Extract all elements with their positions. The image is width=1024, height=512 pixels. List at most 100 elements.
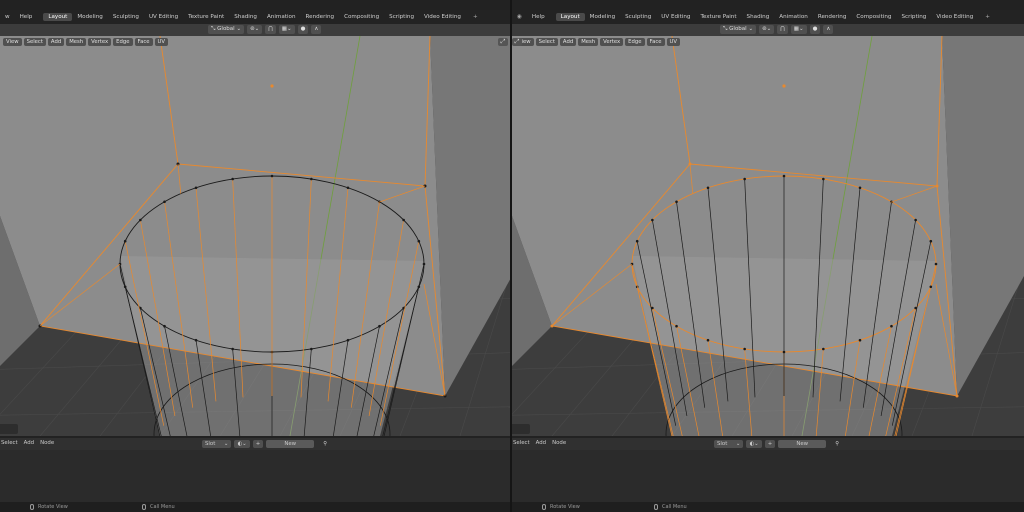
node-menu-add[interactable]: Add [536, 440, 546, 446]
menu-mesh[interactable]: Mesh [578, 38, 599, 46]
new-material-button[interactable]: New [266, 440, 315, 448]
menu-select[interactable]: Select [535, 38, 558, 46]
material-browse-button[interactable]: ◐⌄ [746, 440, 762, 448]
pin-icon[interactable]: ⚲ [835, 441, 839, 447]
tab-modeling[interactable]: Modeling [72, 13, 107, 21]
menu-help[interactable]: Help [527, 13, 550, 21]
vertex-dot [651, 218, 654, 222]
snap-toggle[interactable]: ⋂ [777, 25, 788, 34]
origin-dot [270, 84, 274, 88]
viewport-options-icon[interactable]: ⤢ [512, 38, 522, 46]
vertex-dot [890, 324, 893, 328]
menu-select[interactable]: Select [23, 38, 46, 46]
pin-icon[interactable]: ⚲ [323, 441, 327, 447]
add-workspace-button[interactable]: + [980, 13, 995, 21]
snap-toggle[interactable]: ⋂ [265, 25, 276, 34]
tab-layout[interactable]: Layout [43, 13, 73, 21]
node-editor-canvas[interactable] [512, 450, 1024, 502]
node-menu-select[interactable]: Select [1, 440, 18, 446]
tab-uv-editing[interactable]: UV Editing [656, 13, 695, 21]
vertex-dot [822, 347, 825, 351]
menu-uv[interactable]: UV [154, 38, 169, 46]
slot-dropdown[interactable]: Slot ⌄ [202, 440, 232, 448]
menu-view[interactable]: View [3, 38, 22, 46]
menu-edge[interactable]: Edge [625, 38, 645, 46]
tab-shading[interactable]: Shading [229, 13, 262, 21]
vertex-dot [194, 186, 198, 190]
tab-shading[interactable]: Shading [742, 13, 775, 21]
pivot-icon: ⊚ [762, 26, 767, 32]
menu-uv[interactable]: UV [666, 38, 681, 46]
menu-add[interactable]: Add [47, 38, 65, 46]
proportional-edit-toggle[interactable]: ● [297, 25, 309, 34]
tab-layout[interactable]: Layout [555, 13, 585, 21]
vertex-dot [706, 186, 710, 190]
3d-viewport[interactable]: View Select Add Mesh Vertex Edge Face UV… [0, 36, 512, 436]
proportional-edit-toggle[interactable]: ● [809, 25, 821, 34]
menu-face[interactable]: Face [646, 38, 665, 46]
snap-target-dropdown[interactable]: ▦⌄ [790, 25, 807, 34]
tab-scripting[interactable]: Scripting [896, 13, 931, 21]
tab-rendering[interactable]: Rendering [813, 13, 852, 21]
proportional-falloff-dropdown[interactable]: ∧ [823, 25, 834, 34]
viewport-toolbar: ⤡ Global ⌄ ⊚⌄ ⋂ ▦⌄ ● ∧ [512, 24, 1024, 36]
tab-compositing[interactable]: Compositing [851, 13, 896, 21]
viewport-options-icon[interactable]: ⤢ [498, 38, 508, 46]
tab-scripting[interactable]: Scripting [384, 13, 419, 21]
tab-sculpting[interactable]: Sculpting [108, 13, 144, 21]
menu-add[interactable]: Add [559, 38, 577, 46]
tab-animation[interactable]: Animation [262, 13, 301, 21]
node-menu-select[interactable]: Select [513, 440, 530, 446]
node-editor-canvas[interactable] [0, 450, 512, 502]
menu-edge[interactable]: Edge [113, 38, 133, 46]
new-material-plus-icon[interactable]: + [764, 440, 776, 448]
vertex-dot [929, 239, 933, 243]
tab-texture-paint[interactable]: Texture Paint [183, 13, 229, 21]
menu-face[interactable]: Face [134, 38, 153, 46]
material-browse-button[interactable]: ◐⌄ [234, 440, 250, 448]
new-material-plus-icon[interactable]: + [252, 440, 264, 448]
node-menu-node[interactable]: Node [40, 440, 54, 446]
pivot-point-dropdown[interactable]: ⊚⌄ [247, 25, 263, 34]
transform-orientation-dropdown[interactable]: ⤡ Global ⌄ [208, 25, 245, 34]
snap-target-dropdown[interactable]: ▦⌄ [278, 25, 295, 34]
status-callmenu-label: Call Menu [150, 504, 175, 510]
tab-sculpting[interactable]: Sculpting [620, 13, 656, 21]
vertex-dot [743, 177, 746, 181]
collapse-handle[interactable] [512, 424, 530, 434]
mesh-scene[interactable] [512, 36, 1024, 436]
magnet-icon: ⋂ [268, 26, 273, 32]
vertex-dot [417, 285, 421, 289]
tab-modeling[interactable]: Modeling [585, 13, 620, 21]
tab-uv-editing[interactable]: UV Editing [144, 13, 183, 21]
tab-texture-paint[interactable]: Texture Paint [695, 13, 741, 21]
vertex-dot [706, 338, 710, 342]
blender-logo-icon[interactable]: ◉ [512, 13, 527, 21]
tab-animation[interactable]: Animation [774, 13, 813, 21]
pivot-point-dropdown[interactable]: ⊚⌄ [759, 25, 775, 34]
menu-vertex[interactable]: Vertex [600, 38, 624, 46]
collapse-handle[interactable] [0, 424, 18, 434]
menu-window[interactable]: w [0, 13, 15, 21]
vertex-dot [378, 324, 381, 328]
add-workspace-button[interactable]: + [468, 13, 483, 21]
3d-viewport[interactable]: View Select Add Mesh Vertex Edge Face UV… [512, 36, 1024, 436]
tab-video-editing[interactable]: Video Editing [931, 13, 978, 21]
slot-dropdown[interactable]: Slot ⌄ [714, 440, 744, 448]
menu-vertex[interactable]: Vertex [88, 38, 112, 46]
tab-video-editing[interactable]: Video Editing [419, 13, 466, 21]
material-sphere-icon: ◐ [749, 441, 755, 447]
tab-compositing[interactable]: Compositing [339, 13, 384, 21]
status-rotate-hint: Rotate View [542, 504, 580, 510]
menu-mesh[interactable]: Mesh [66, 38, 87, 46]
mesh-scene[interactable] [0, 36, 512, 436]
transform-orientation-dropdown[interactable]: ⤡ Global ⌄ [720, 25, 757, 34]
node-menu-add[interactable]: Add [24, 440, 34, 446]
node-menu-node[interactable]: Node [552, 440, 566, 446]
grid-icon: ▦ [281, 26, 287, 32]
proportional-falloff-dropdown[interactable]: ∧ [311, 25, 322, 34]
tab-rendering[interactable]: Rendering [301, 13, 340, 21]
new-material-button[interactable]: New [778, 440, 827, 448]
cylinder-body [120, 256, 425, 436]
menu-help[interactable]: Help [15, 13, 38, 21]
